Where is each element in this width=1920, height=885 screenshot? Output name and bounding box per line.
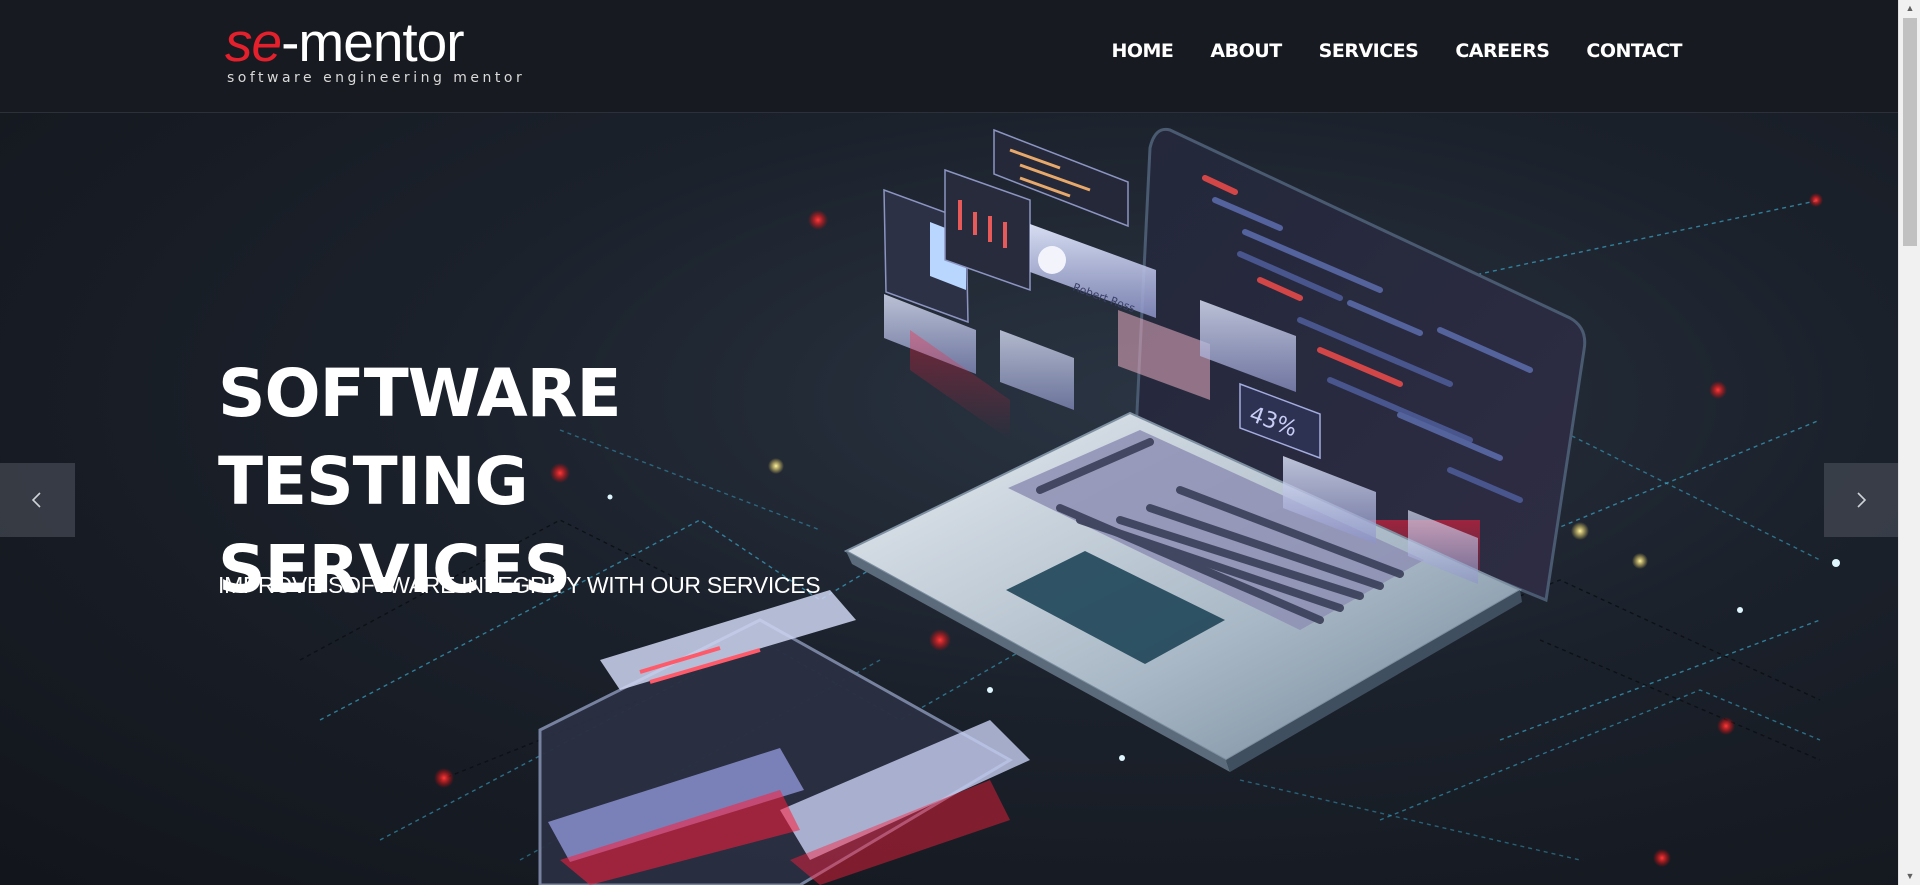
main-nav: HOME ABOUT SERVICES CAREERS CONTACT bbox=[1111, 40, 1682, 62]
scrollbar-thumb[interactable] bbox=[1903, 18, 1917, 246]
site-logo[interactable]: se-mentor software engineering mentor bbox=[225, 14, 535, 86]
logo-se: se bbox=[225, 11, 282, 73]
hero-subtitle: IMPROVE SOFTWARE INTEGRITY WITH OUR SERV… bbox=[218, 572, 821, 598]
nav-contact[interactable]: CONTACT bbox=[1586, 40, 1682, 62]
phones bbox=[538, 590, 1030, 885]
nav-services[interactable]: SERVICES bbox=[1319, 40, 1419, 62]
triangle-down-icon[interactable]: ▼ bbox=[1899, 868, 1920, 885]
chevron-left-icon bbox=[31, 492, 41, 508]
logo-wordmark: se-mentor bbox=[225, 11, 465, 73]
logo-mentor: -mentor bbox=[281, 11, 464, 73]
logo-tagline: software engineering mentor bbox=[227, 70, 526, 86]
nav-home[interactable]: HOME bbox=[1111, 40, 1173, 62]
chevron-right-icon bbox=[1857, 492, 1867, 508]
triangle-up-icon[interactable]: ▲ bbox=[1899, 0, 1920, 17]
site-header: se-mentor software engineering mentor HO… bbox=[0, 0, 1898, 113]
page: se-mentor software engineering mentor HO… bbox=[0, 0, 1920, 885]
vertical-scrollbar[interactable]: ▲ ▼ bbox=[1898, 0, 1920, 885]
carousel-next-button[interactable] bbox=[1824, 463, 1899, 537]
carousel-prev-button[interactable] bbox=[0, 463, 75, 537]
nav-about[interactable]: ABOUT bbox=[1210, 40, 1282, 62]
nav-careers[interactable]: CAREERS bbox=[1455, 40, 1550, 62]
hero-title-line1: SOFTWARE TESTING bbox=[218, 355, 622, 520]
